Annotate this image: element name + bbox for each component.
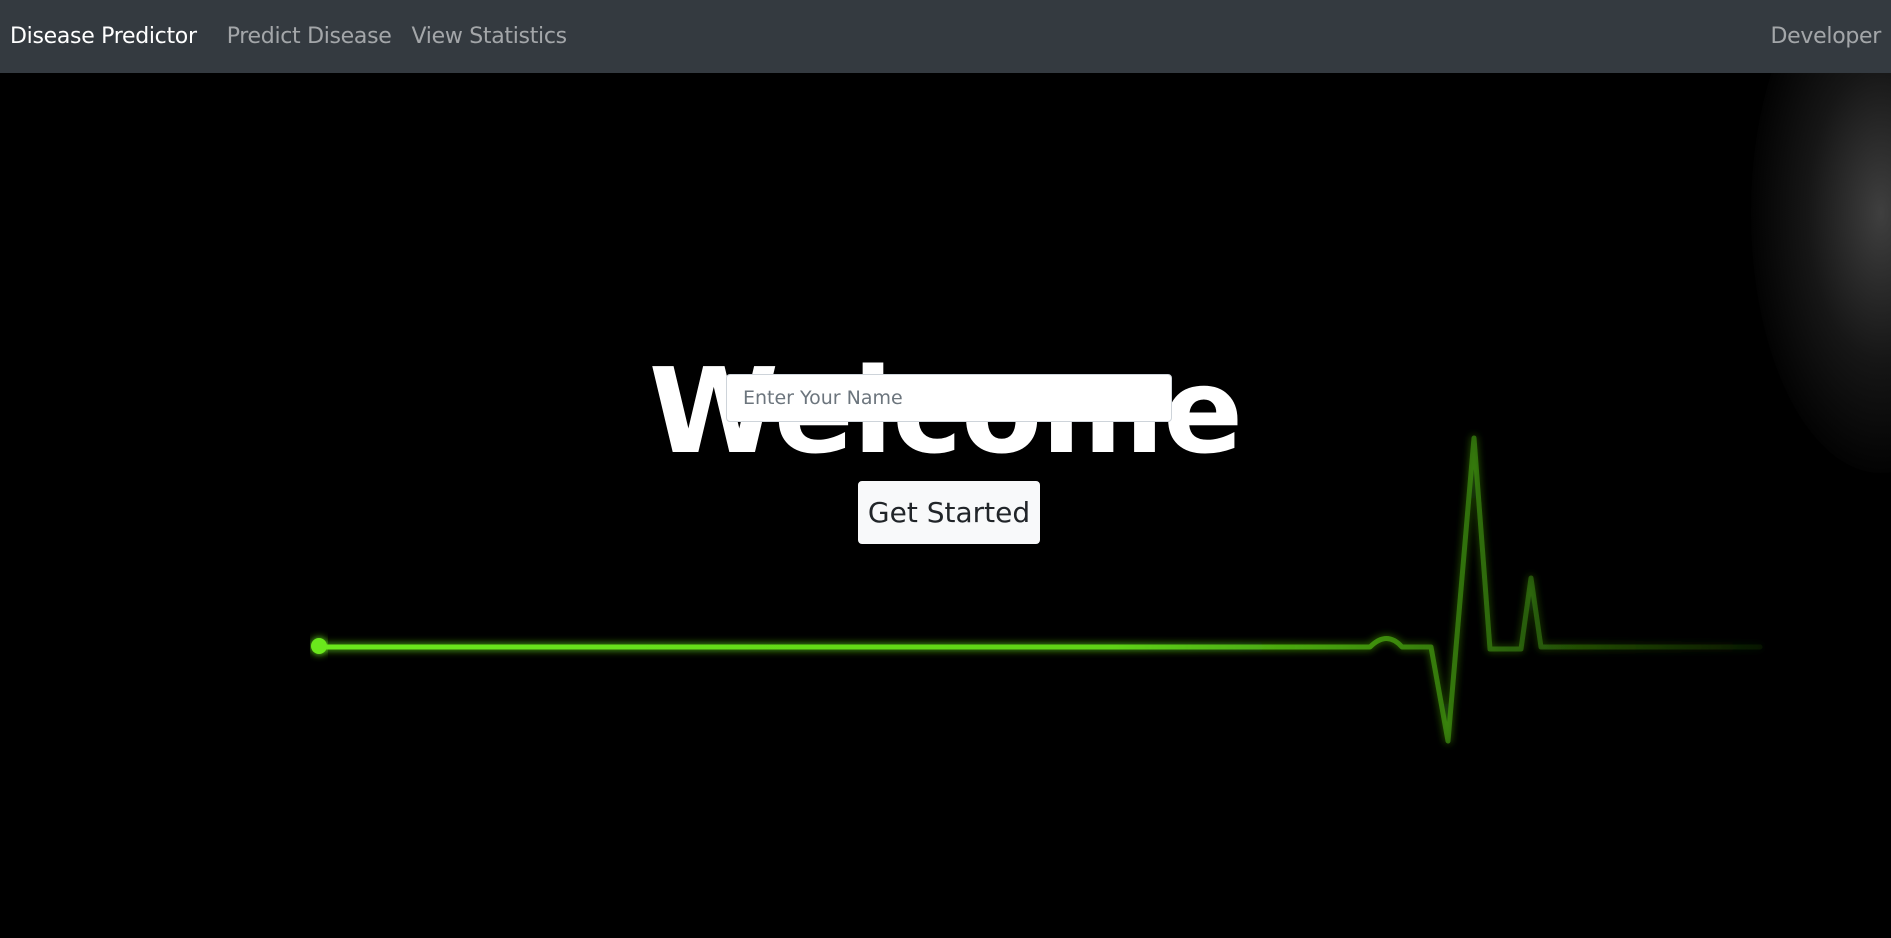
brand-link[interactable]: Disease Predictor	[10, 24, 197, 49]
nav-predict-disease[interactable]: Predict Disease	[227, 24, 392, 49]
nav-developer[interactable]: Developer	[1771, 24, 1882, 49]
get-started-button[interactable]: Get Started	[858, 481, 1040, 544]
name-input[interactable]	[726, 374, 1172, 422]
top-navbar: Disease Predictor Predict Disease View S…	[0, 0, 1891, 73]
nav-view-statistics[interactable]: View Statistics	[412, 24, 568, 49]
ecg-start-dot	[311, 638, 327, 654]
